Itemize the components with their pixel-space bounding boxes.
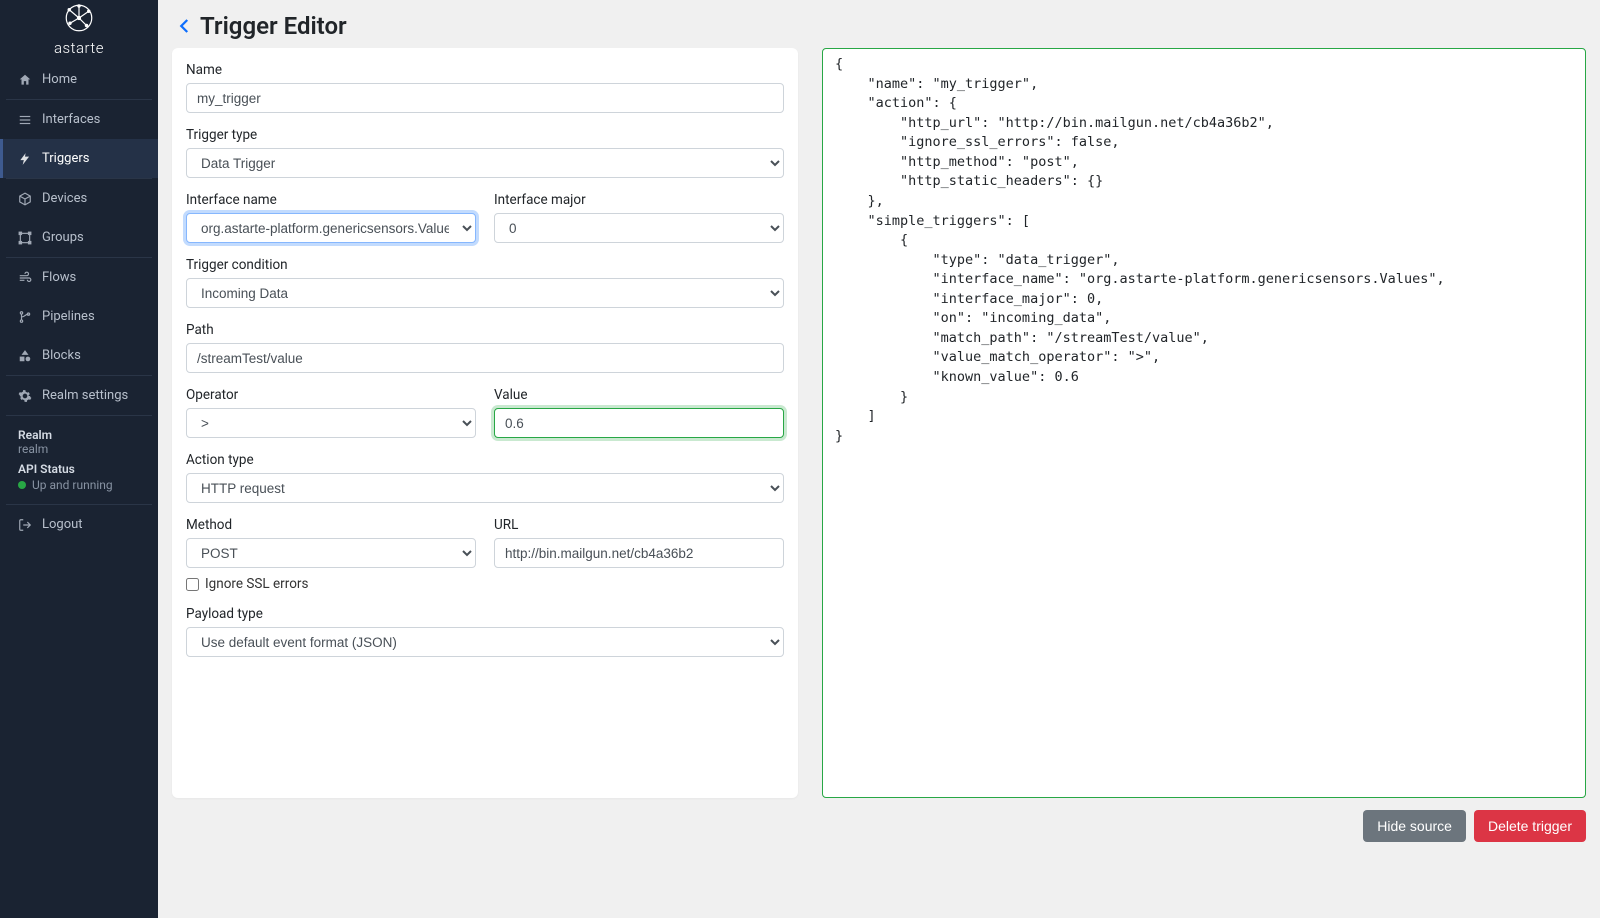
- hide-source-button[interactable]: Hide source: [1363, 810, 1466, 842]
- path-input[interactable]: [186, 343, 784, 373]
- value-input[interactable]: [494, 408, 784, 438]
- sidebar-item-blocks[interactable]: Blocks: [0, 336, 158, 375]
- realm-label: Realm: [18, 428, 140, 442]
- operator-select[interactable]: >: [186, 408, 476, 438]
- path-label: Path: [186, 322, 784, 338]
- sidebar-item-label: Logout: [42, 517, 83, 532]
- back-chevron-icon[interactable]: [176, 14, 194, 38]
- realm-value: realm: [18, 442, 140, 456]
- name-label: Name: [186, 62, 784, 78]
- trigger-condition-label: Trigger condition: [186, 257, 784, 273]
- brand-logo: astarte: [0, 0, 158, 60]
- sidebar-item-label: Triggers: [42, 151, 89, 166]
- cube-icon: [18, 192, 32, 206]
- sidebar-item-home[interactable]: Home: [0, 60, 158, 99]
- method-label: Method: [186, 517, 476, 533]
- home-icon: [18, 73, 32, 87]
- url-label: URL: [494, 517, 784, 533]
- sidebar-item-label: Realm settings: [42, 388, 128, 403]
- interface-name-select[interactable]: org.astarte-platform.genericsensors.Valu…: [186, 213, 476, 243]
- ignore-ssl-label: Ignore SSL errors: [205, 576, 308, 592]
- wind-icon: [18, 271, 32, 285]
- trigger-type-label: Trigger type: [186, 127, 784, 143]
- shapes-icon: [18, 349, 32, 363]
- interface-major-label: Interface major: [494, 192, 784, 208]
- method-select[interactable]: POST: [186, 538, 476, 568]
- api-status-value: Up and running: [32, 478, 113, 492]
- sidebar: astarte Home Interfaces Triggers Devices…: [0, 0, 158, 918]
- sidebar-item-devices[interactable]: Devices: [0, 179, 158, 218]
- list-icon: [18, 113, 32, 127]
- sidebar-item-label: Flows: [42, 270, 76, 285]
- operator-label: Operator: [186, 387, 476, 403]
- delete-trigger-button[interactable]: Delete trigger: [1474, 810, 1586, 842]
- payload-type-select[interactable]: Use default event format (JSON): [186, 627, 784, 657]
- name-input[interactable]: [186, 83, 784, 113]
- sidebar-item-label: Groups: [42, 230, 84, 245]
- interface-major-select[interactable]: 0: [494, 213, 784, 243]
- branch-icon: [18, 310, 32, 324]
- url-input[interactable]: [494, 538, 784, 568]
- action-type-label: Action type: [186, 452, 784, 468]
- logout-icon: [18, 518, 32, 532]
- sidebar-item-flows[interactable]: Flows: [0, 258, 158, 297]
- sidebar-item-triggers[interactable]: Triggers: [0, 139, 158, 178]
- sidebar-item-logout[interactable]: Logout: [0, 505, 158, 544]
- trigger-condition-select[interactable]: Incoming Data: [186, 278, 784, 308]
- trigger-form: Name Trigger type Data Trigger Interface…: [172, 48, 798, 798]
- status-dot-icon: [18, 481, 26, 489]
- sidebar-item-label: Pipelines: [42, 309, 95, 324]
- ignore-ssl-checkbox[interactable]: [186, 578, 199, 591]
- sidebar-item-realm-settings[interactable]: Realm settings: [0, 376, 158, 415]
- sidebar-item-label: Blocks: [42, 348, 81, 363]
- sidebar-item-interfaces[interactable]: Interfaces: [0, 100, 158, 139]
- interface-name-label: Interface name: [186, 192, 476, 208]
- astarte-logo-icon: [64, 3, 94, 33]
- action-type-select[interactable]: HTTP request: [186, 473, 784, 503]
- sidebar-item-pipelines[interactable]: Pipelines: [0, 297, 158, 336]
- brand-name: astarte: [54, 39, 104, 57]
- gear-icon: [18, 389, 32, 403]
- bolt-icon: [18, 152, 32, 166]
- value-label: Value: [494, 387, 784, 403]
- sidebar-item-label: Devices: [42, 191, 87, 206]
- bounding-box-icon: [18, 231, 32, 245]
- api-status-label: API Status: [18, 462, 140, 476]
- payload-type-label: Payload type: [186, 606, 784, 622]
- trigger-type-select[interactable]: Data Trigger: [186, 148, 784, 178]
- page-title: Trigger Editor: [200, 12, 347, 40]
- source-json-view[interactable]: { "name": "my_trigger", "action": { "htt…: [822, 48, 1586, 798]
- sidebar-item-label: Interfaces: [42, 112, 100, 127]
- sidebar-item-groups[interactable]: Groups: [0, 218, 158, 257]
- sidebar-item-label: Home: [42, 72, 77, 87]
